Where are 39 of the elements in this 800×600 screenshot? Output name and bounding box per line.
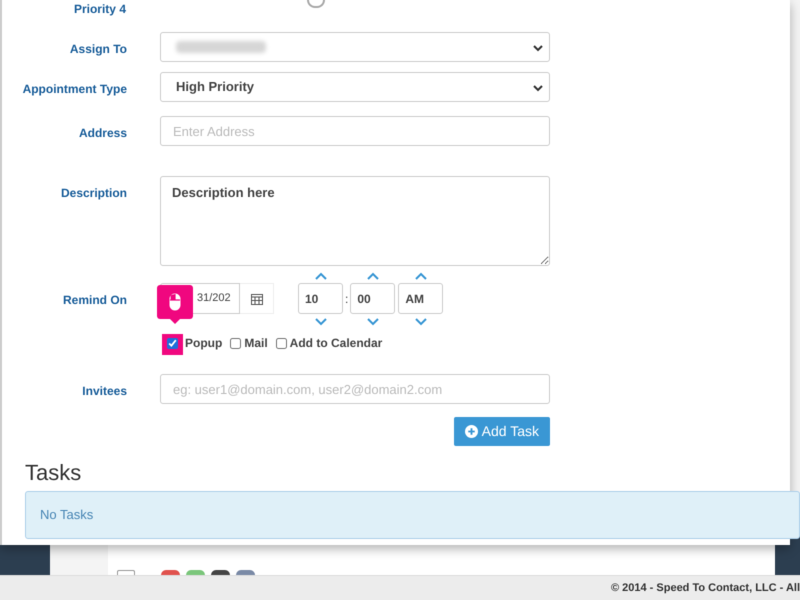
- field-label: Address: [78, 125, 127, 142]
- select-field[interactable]: [160, 32, 550, 62]
- checkbox-label: Add to Calendar: [290, 335, 382, 352]
- field-label: Description: [60, 185, 127, 202]
- description-field[interactable]: Description here: [160, 176, 550, 266]
- footer-text: © 2014 - Speed To Contact, LLC - All: [610, 580, 800, 596]
- field-label: Remind On: [62, 292, 127, 309]
- checkbox-label: Mail: [244, 335, 268, 352]
- minute-field[interactable]: 00: [350, 283, 396, 314]
- field-label: Invitees: [81, 383, 127, 400]
- dropdown-caret-icon: [533, 85, 543, 92]
- plus-circle-icon: [464, 425, 478, 438]
- hour-field[interactable]: 10: [298, 283, 343, 314]
- checkbox[interactable]: [276, 338, 287, 348]
- decrement-icon[interactable]: [414, 318, 427, 326]
- field-label: Priority 4: [74, 1, 126, 18]
- increment-icon[interactable]: [314, 272, 326, 280]
- mouse-icon: [169, 292, 181, 310]
- increment-icon[interactable]: [414, 272, 427, 280]
- time-separator: :: [345, 290, 348, 308]
- text-field[interactable]: Enter Address: [160, 116, 550, 146]
- row-checkbox[interactable]: [117, 570, 135, 575]
- checkbox-label: Popup: [185, 335, 222, 352]
- increment-icon[interactable]: [366, 272, 379, 280]
- calendar-button[interactable]: [240, 283, 274, 314]
- checkbox[interactable]: [230, 338, 242, 348]
- calendar-icon: [250, 292, 262, 304]
- select-field[interactable]: High Priority: [160, 72, 550, 102]
- field-label: Appointment Type: [22, 81, 127, 98]
- decrement-icon[interactable]: [366, 318, 379, 326]
- radio-button[interactable]: [307, 0, 325, 8]
- text-field[interactable]: eg: user1@domain.com, user2@domain2.com: [160, 374, 550, 404]
- dropdown-caret-icon: [533, 45, 543, 52]
- checkbox[interactable]: [167, 338, 178, 348]
- period-field[interactable]: AM: [398, 283, 444, 314]
- empty-message: No Tasks: [40, 506, 94, 524]
- decrement-icon[interactable]: [314, 318, 326, 326]
- field-label: Assign To: [68, 41, 127, 58]
- section-title: Tasks: [25, 460, 82, 486]
